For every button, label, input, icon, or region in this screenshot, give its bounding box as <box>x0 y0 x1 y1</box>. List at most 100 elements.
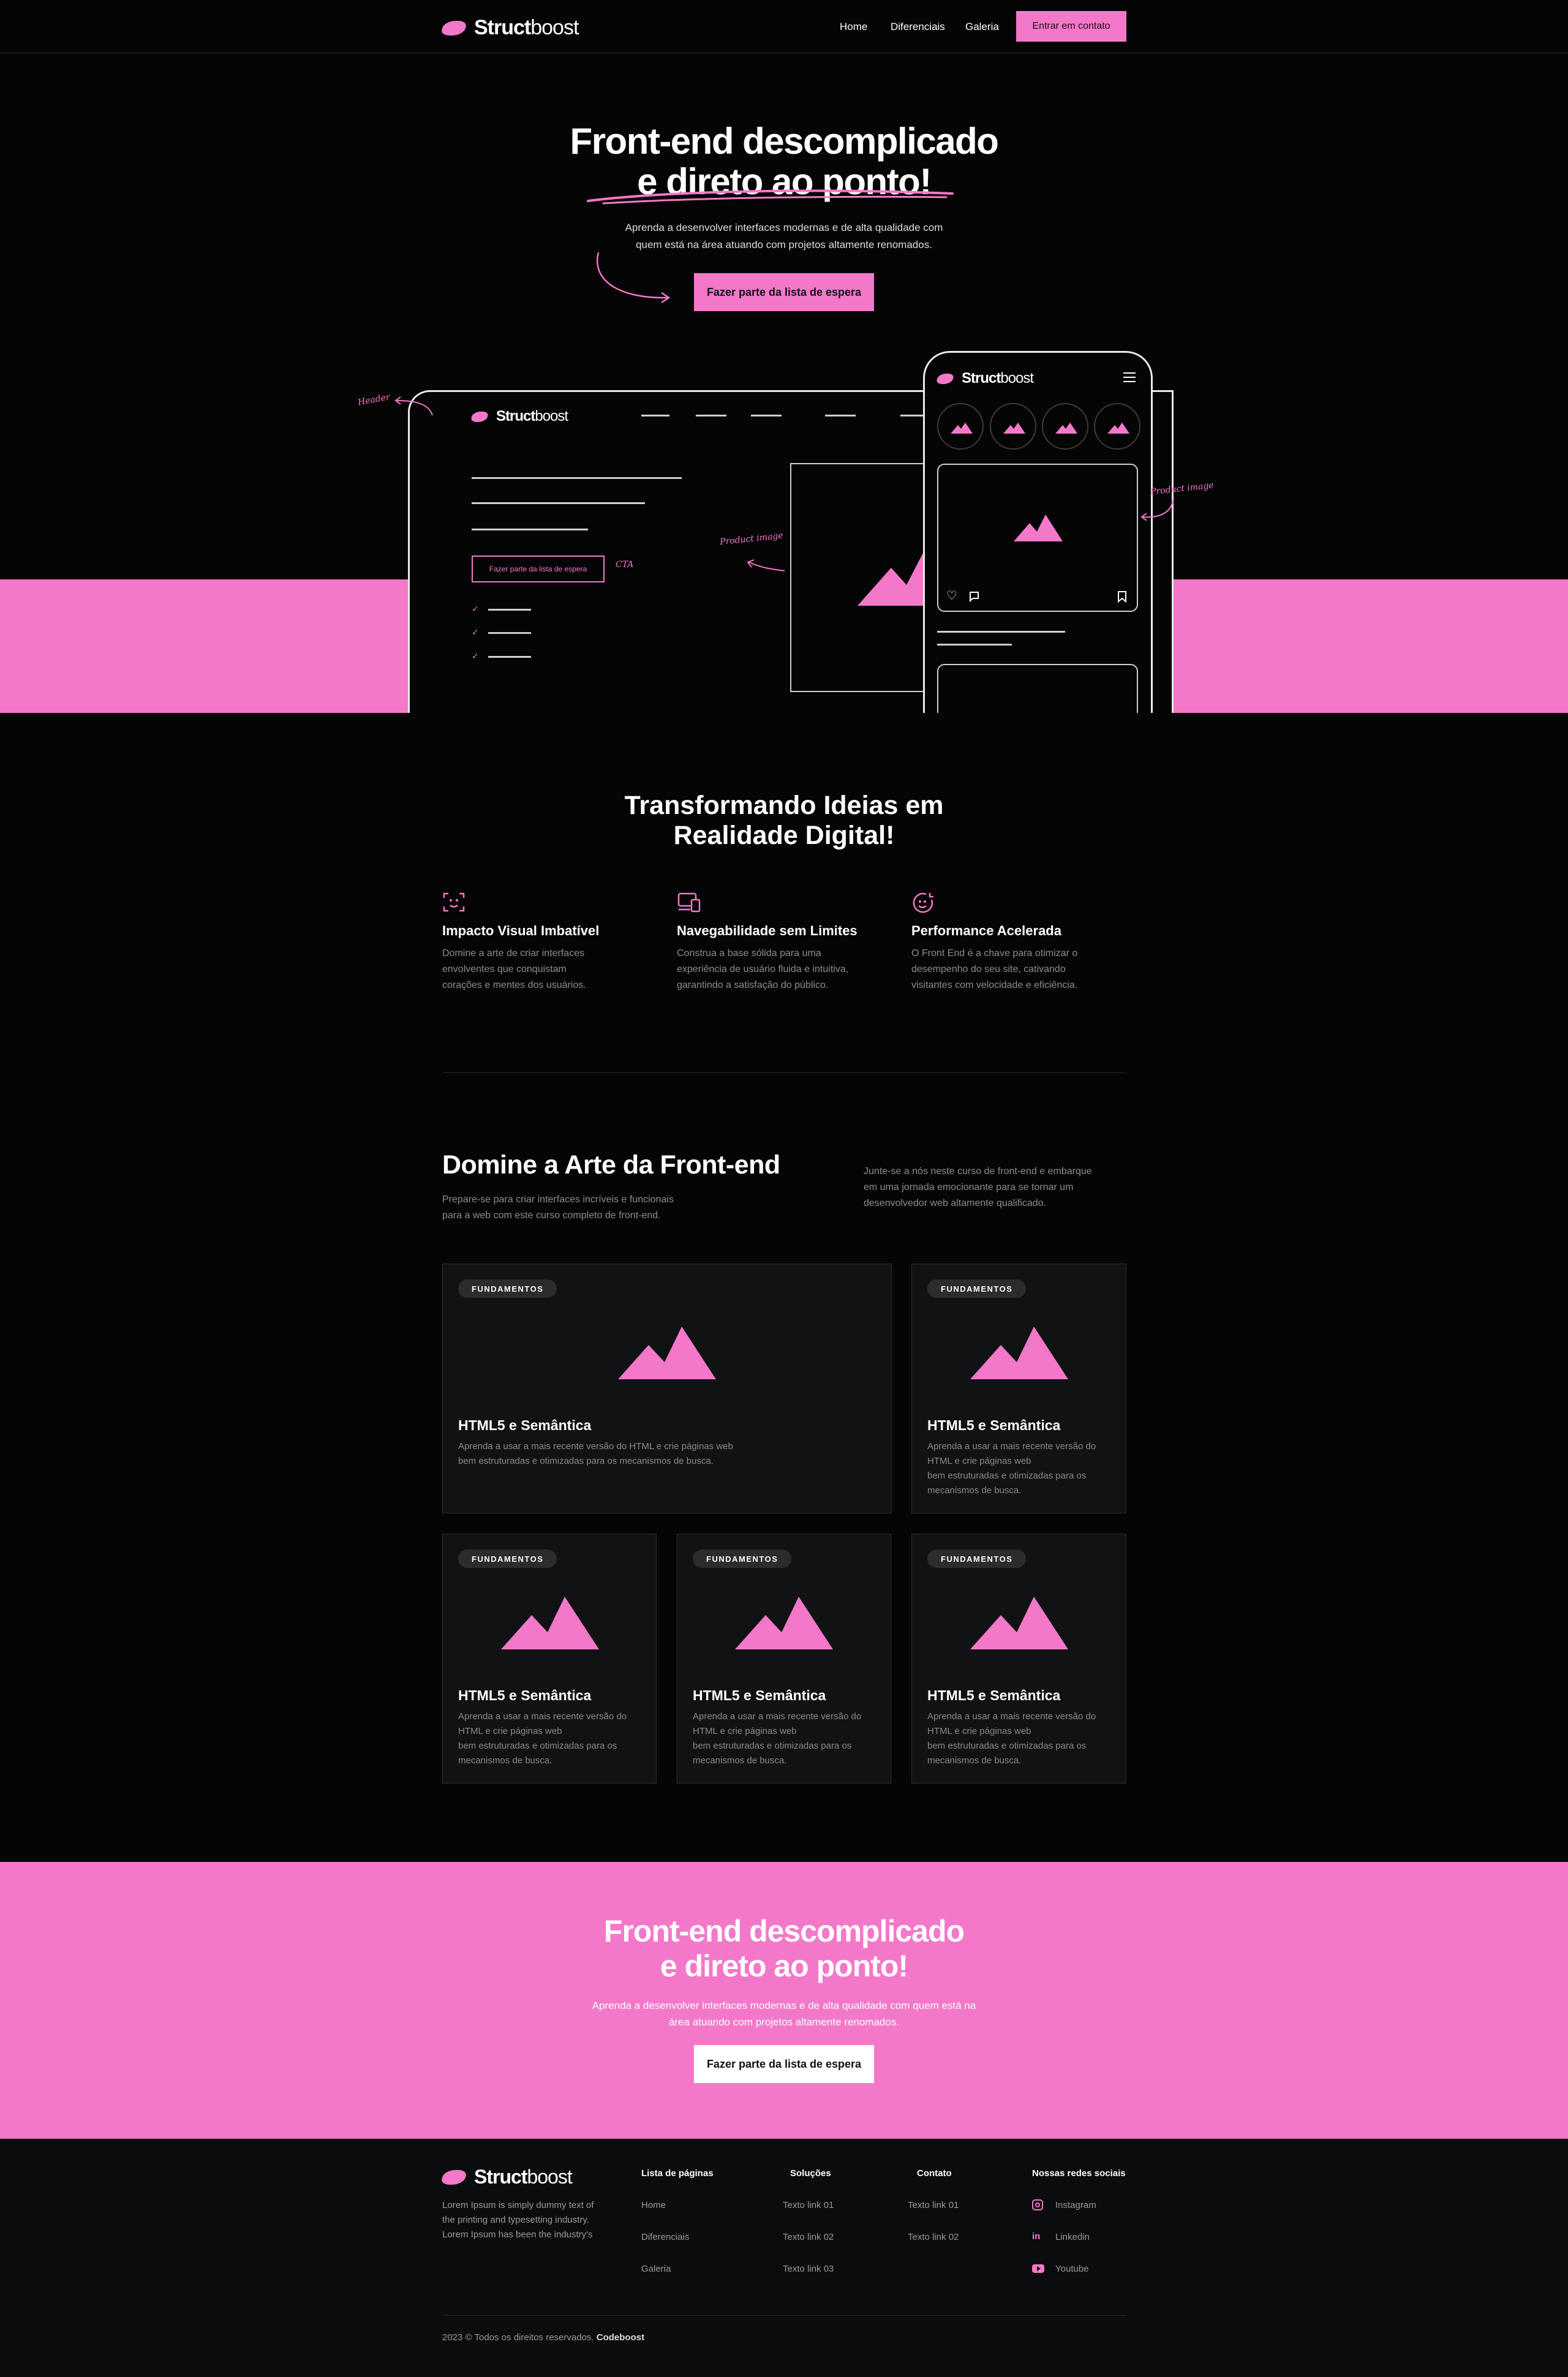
footer-social-title: Nossas redes sociais <box>1032 2168 1126 2179</box>
course-side-text: desenvolvedor web altamente qualificado. <box>864 1198 1046 1208</box>
mockup-nav-line <box>825 415 856 416</box>
footer-col-title: Soluções <box>790 2168 831 2179</box>
nav-link-home[interactable]: Home <box>840 21 867 33</box>
note-arrow-icon <box>1140 498 1174 521</box>
copyright-text: 2023 © Todos os direitos reservados. <box>442 2332 594 2343</box>
hero-subtitle-line2: quem está na área atuando com projetos a… <box>636 239 932 251</box>
feature-text: O Front End é a chave para otimizar o <box>911 948 1078 959</box>
cta-subtitle: área atuando com projetos altamente reno… <box>668 2016 900 2028</box>
youtube-icon[interactable] <box>1032 2264 1044 2273</box>
logo-light: boost <box>530 16 579 39</box>
card-title: HTML5 e Semântica <box>693 1687 826 1703</box>
footer-link[interactable]: Texto link 03 <box>783 2264 834 2274</box>
contact-button[interactable]: Entrar em contato <box>1016 11 1126 42</box>
footer-link-diferenciais[interactable]: Diferenciais <box>641 2232 689 2242</box>
card-text: HTML e crie páginas web <box>458 1726 562 1736</box>
features-title-line2: Realidade Digital! <box>673 821 895 850</box>
nav-link-galeria[interactable]: Galeria <box>965 21 999 33</box>
card-title: HTML5 e Semântica <box>458 1687 592 1703</box>
footer-link-galeria[interactable]: Galeria <box>641 2264 671 2274</box>
social-link-linkedin[interactable]: Linkedin <box>1055 2232 1090 2242</box>
card-text: Aprenda a usar a mais recente versão do <box>458 1711 627 1722</box>
hero-waitlist-button[interactable]: Fazer parte da lista de espera <box>694 273 874 311</box>
course-side-text: Junte-se a nós neste curso de front-end … <box>864 1166 1092 1177</box>
card-text: Aprenda a usar a mais recente versão do <box>693 1711 862 1722</box>
mockup-logo-bold: Struct <box>496 408 535 424</box>
card-badge: FUNDAMENTOS <box>458 1550 557 1568</box>
footer-divider <box>442 2315 1126 2316</box>
feature-text: desempenho do seu site, cativando <box>911 964 1066 974</box>
mockup-logo-light: boost <box>535 408 568 424</box>
card-text: mecanismos de busca. <box>927 1755 1022 1766</box>
social-link-youtube[interactable]: Youtube <box>1055 2264 1089 2274</box>
check-icon: ✓ <box>472 604 479 614</box>
course-side-text: em uma jornada emocionante para se torna… <box>864 1182 1074 1192</box>
check-icon: ✓ <box>472 651 479 661</box>
mockup-text-line <box>472 502 645 504</box>
footer-about: Lorem Ipsum has been the industry's <box>442 2229 593 2240</box>
card-text: Aprenda a usar a mais recente versão do <box>927 1711 1096 1722</box>
story-circle <box>937 403 984 450</box>
footer-link[interactable]: Texto link 01 <box>783 2200 834 2210</box>
cta-title-line1: Front-end descomplicado <box>603 1914 965 1948</box>
phone-text-line <box>937 631 1065 633</box>
feature-icon-devices <box>677 891 701 916</box>
card-text: mecanismos de busca. <box>458 1755 552 1766</box>
feature-title: Impacto Visual Imbatível <box>442 923 600 938</box>
nav-link-diferenciais[interactable]: Diferenciais <box>891 21 945 33</box>
cta-waitlist-button[interactable]: Fazer parte da lista de espera <box>694 2045 874 2083</box>
footer-link-home[interactable]: Home <box>641 2200 666 2210</box>
curved-arrow-icon <box>597 252 671 303</box>
card-text: Aprenda a usar a mais recente versão do … <box>458 1441 733 1452</box>
footer-about: Lorem Ipsum is simply dummy text of <box>442 2200 594 2210</box>
card-title: HTML5 e Semântica <box>458 1417 592 1433</box>
image-placeholder-icon <box>970 1597 1068 1649</box>
card-text: bem estruturadas e otimizadas para os <box>927 1471 1087 1481</box>
phone-logo-bold: Struct <box>962 370 1001 386</box>
mockup-text-line <box>472 477 682 479</box>
course-card[interactable] <box>442 1264 892 1513</box>
footer-link[interactable]: Texto link 01 <box>908 2200 959 2210</box>
footer <box>0 2139 1568 2377</box>
footer-link[interactable]: Texto link 02 <box>783 2232 834 2242</box>
card-text: HTML e crie páginas web <box>927 1726 1031 1736</box>
note-arrow-icon <box>747 559 785 571</box>
top-nav: Structboost Home Diferenciais Galeria En… <box>0 0 1568 53</box>
section-divider <box>442 1072 1126 1073</box>
footer-logo[interactable]: Structboost <box>440 2166 573 2188</box>
course-subtitle: Prepare-se para criar interfaces incríve… <box>442 1194 674 1205</box>
logo[interactable]: Structboost <box>440 16 579 40</box>
footer-link[interactable]: Texto link 02 <box>908 2232 959 2242</box>
phone-logo-light: boost <box>1000 370 1034 386</box>
instagram-icon[interactable] <box>1032 2199 1043 2210</box>
linkedin-icon[interactable]: in <box>1032 2231 1043 2242</box>
mockup-check-line <box>488 632 531 634</box>
image-placeholder-icon <box>1014 514 1063 541</box>
mockup-nav-line <box>900 415 924 416</box>
footer-logo-light: boost <box>527 2166 572 2188</box>
phone-text-line <box>937 644 1012 646</box>
copyright: 2023 © Todos os direitos reservados. Cod… <box>442 2332 644 2343</box>
phone-logo-mark-icon <box>935 373 955 384</box>
card-text: Aprenda a usar a mais recente versão do <box>927 1441 1096 1452</box>
menu-icon <box>1123 372 1136 382</box>
mockup-logo-mark-icon <box>470 411 489 422</box>
card-text: HTML e crie páginas web <box>927 1456 1031 1466</box>
mockup-nav-line <box>641 415 669 416</box>
feature-text: experiência de usuário fluida e intuitiv… <box>677 964 849 974</box>
feature-title: Navegabilidade sem Limites <box>677 923 858 938</box>
social-link-instagram[interactable]: Instagram <box>1055 2200 1096 2210</box>
cta-title-line2: e direto ao ponto! <box>660 1949 908 1983</box>
hero-subtitle-line1: Aprenda a desenvolver interfaces moderna… <box>625 222 943 233</box>
card-title: HTML5 e Semântica <box>927 1417 1061 1433</box>
copyright-brand: Codeboost <box>596 2332 645 2343</box>
hero-title-line1: Front-end descomplicado <box>570 121 999 162</box>
phone-logo: Structboost <box>935 370 1034 387</box>
image-placeholder-icon <box>618 1327 716 1379</box>
card-title: HTML5 e Semântica <box>927 1687 1061 1703</box>
card-text: bem estruturadas e otimizadas para os me… <box>458 1456 714 1466</box>
mockup-check-line <box>488 609 531 611</box>
image-placeholder-icon <box>970 1327 1068 1379</box>
card-badge: FUNDAMENTOS <box>693 1550 792 1568</box>
course-subtitle: para a web com este curso completo de fr… <box>442 1210 661 1221</box>
